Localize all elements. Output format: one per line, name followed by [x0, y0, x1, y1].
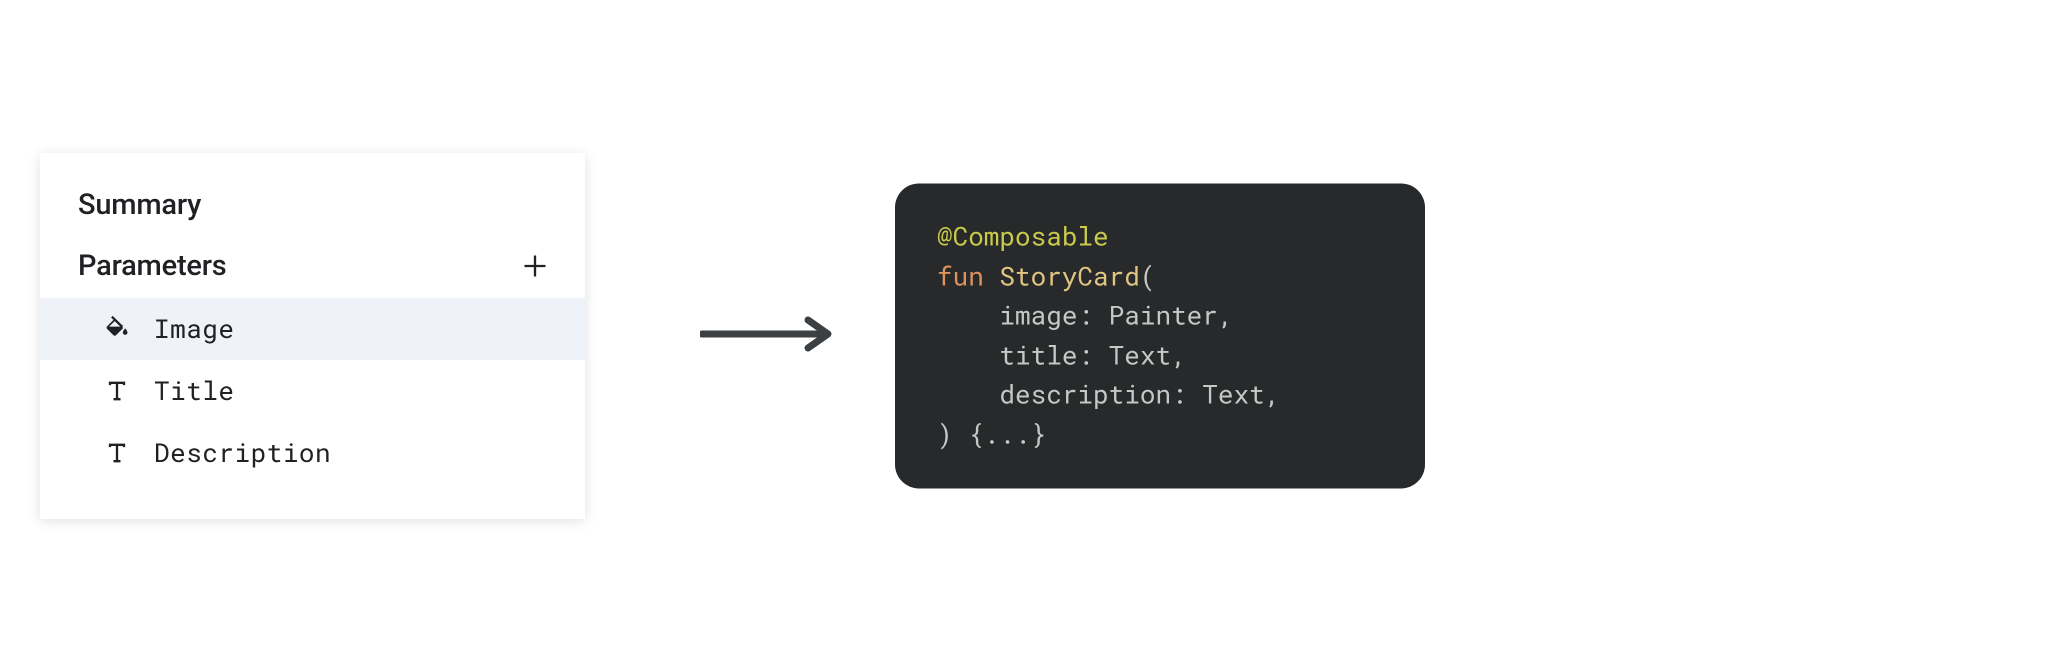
parameters-label: Parameters — [78, 249, 227, 283]
code-close: ) {...} — [937, 417, 1046, 451]
code-param-type: Text — [1109, 338, 1171, 372]
add-parameter-button[interactable] — [517, 248, 553, 284]
parameter-name: Title — [154, 374, 235, 408]
parameter-row-image[interactable]: Image — [40, 298, 585, 360]
code-param-name: description — [999, 378, 1171, 412]
code-open-paren: ( — [1140, 259, 1156, 293]
code-preview: @Composable fun StoryCard( image: Painte… — [895, 183, 1425, 488]
code-keyword-fun: fun — [937, 259, 984, 293]
text-icon — [102, 438, 132, 468]
plus-icon — [521, 252, 549, 280]
panel-title: Summary — [40, 188, 585, 248]
parameters-panel: Summary Parameters Image Title Descripti… — [40, 153, 585, 519]
parameters-header-row: Parameters — [40, 248, 585, 298]
arrow-icon — [700, 314, 835, 358]
code-param-name: title — [999, 338, 1077, 372]
parameter-row-title[interactable]: Title — [40, 360, 585, 422]
parameter-name: Image — [154, 312, 235, 346]
code-function-name: StoryCard — [999, 259, 1139, 293]
text-icon — [102, 376, 132, 406]
code-param-type: Painter — [1109, 298, 1218, 332]
parameter-name: Description — [154, 436, 331, 470]
code-param-name: image — [999, 298, 1077, 332]
code-annotation: @Composable — [937, 219, 1109, 253]
parameter-row-description[interactable]: Description — [40, 422, 585, 484]
code-param-type: Text — [1202, 378, 1264, 412]
fill-icon — [102, 314, 132, 344]
